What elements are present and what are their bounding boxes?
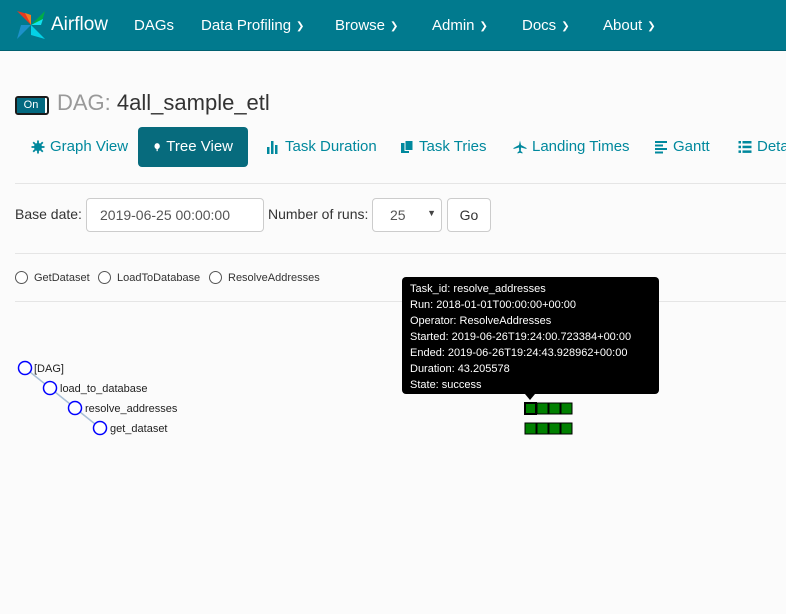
dag-prefix: DAG: (57, 90, 111, 115)
tooltip-started: Started: 2019-06-26T19:24:00.723384+00:0… (410, 331, 632, 343)
brand[interactable]: Airflow (15, 9, 108, 41)
legend-circle-icon (15, 271, 28, 284)
divider (15, 183, 786, 184)
tab-label: Landing Times (532, 138, 630, 155)
legend-label: ResolveAddresses (228, 271, 320, 284)
task-instance-square[interactable] (536, 422, 549, 435)
nav-about[interactable]: About ❯ (603, 0, 656, 51)
tab-label: Task Duration (285, 138, 377, 155)
dag-toggle[interactable]: On (15, 96, 49, 115)
base-date-input[interactable] (86, 198, 264, 232)
chevron-down-icon: ❯ (479, 21, 488, 32)
bar-chart-icon (267, 141, 278, 154)
page-title: DAG: 4all_sample_etl (57, 90, 270, 116)
tree-node-dag[interactable]: [DAG] (17, 360, 64, 376)
align-left-icon (655, 141, 667, 154)
divider (15, 253, 786, 254)
tooltip-task-id: Task_id: resolve_addresses (410, 283, 546, 295)
tooltip-arrow (525, 394, 535, 400)
asterisk-icon (31, 140, 45, 154)
tooltip-ended: Ended: 2019-06-26T19:24:43.928962+00:00 (410, 347, 628, 359)
task-instance-square[interactable] (560, 422, 573, 435)
task-instance-square[interactable] (536, 402, 549, 415)
node-label: load_to_database (60, 383, 147, 395)
duplicate-icon (401, 140, 414, 153)
tab-graph-view[interactable]: Graph View (31, 127, 128, 167)
tree-node-load-to-database[interactable]: load_to_database (42, 380, 148, 396)
num-runs-value: 25 (390, 207, 406, 223)
legend-item-getdataset[interactable]: GetDataset (15, 270, 90, 285)
chevron-down-icon: ❯ (561, 21, 570, 32)
base-date-label: Base date: (15, 206, 82, 222)
tooltip-run: Run: 2018-01-01T00:00:00+00:00 (410, 299, 577, 311)
legend-item-resolveaddresses[interactable]: ResolveAddresses (209, 270, 320, 285)
tab-label: Tree View (166, 138, 233, 155)
nav-label: DAGs (134, 17, 175, 34)
airflow-logo-icon (17, 11, 45, 39)
task-tooltip: Task_id: resolve_addresses Run: 2018-01-… (402, 277, 659, 394)
brand-name: Airflow (51, 14, 109, 35)
caret-down-icon: ▼ (427, 208, 436, 218)
node-label: [DAG] (34, 363, 64, 375)
chevron-down-icon: ❯ (390, 21, 399, 32)
tree-links (24, 367, 101, 429)
tab-label: Deta (757, 138, 786, 155)
legend-circle-icon (209, 271, 222, 284)
nav-label: Docs (522, 17, 557, 34)
nav-dags[interactable]: DAGs (134, 0, 174, 51)
nav-label: Browse (335, 17, 386, 34)
nav-label: Data Profiling (201, 17, 292, 34)
tab-label: Gantt (673, 138, 710, 155)
tab-label: Graph View (50, 138, 129, 155)
tab-landing-times[interactable]: Landing Times (513, 127, 630, 167)
legend-label: LoadToDatabase (117, 271, 201, 284)
tooltip-state: State: success (410, 379, 482, 391)
tree-icon (154, 143, 160, 152)
view-tabs: Graph View Tree View Task Duration Task … (0, 127, 786, 167)
chevron-down-icon: ❯ (647, 21, 656, 32)
node-label: resolve_addresses (85, 403, 178, 415)
nav-data-profiling[interactable]: Data Profiling ❯ (201, 0, 304, 51)
task-instance-square-hovered[interactable] (524, 402, 537, 415)
nav-label: Admin (432, 17, 475, 34)
dag-name: 4all_sample_etl (116, 90, 270, 115)
tab-gantt[interactable]: Gantt (654, 127, 710, 167)
task-instance-square[interactable] (548, 422, 561, 435)
legend-circle-icon (98, 271, 111, 284)
node-circle (92, 420, 108, 436)
tree-view-canvas: [DAG] load_to_database resolve_addresses… (17, 360, 573, 436)
task-instance-square[interactable] (560, 402, 573, 415)
list-icon (738, 141, 752, 153)
tree-node-resolve-addresses[interactable]: resolve_addresses (67, 400, 178, 416)
tab-details[interactable]: Deta (738, 127, 786, 167)
node-circle (42, 380, 58, 396)
nav-browse[interactable]: Browse ❯ (335, 0, 398, 51)
navbar: Airflow DAGs Data Profiling ❯ Browse ❯ Adm… (0, 0, 786, 51)
nav-docs[interactable]: Docs ❯ (522, 0, 570, 51)
dag-toggle-label: On (17, 98, 45, 113)
nav-label: About (603, 17, 643, 34)
tab-tree-view[interactable]: Tree View (138, 127, 248, 167)
tooltip-duration: Duration: 43.205578 (410, 363, 510, 375)
go-button[interactable]: Go (447, 198, 491, 232)
task-instance-square[interactable] (548, 402, 561, 415)
tree-node-get-dataset[interactable]: get_dataset (92, 420, 168, 436)
num-runs-label: Number of runs: (268, 206, 369, 222)
legend-label: GetDataset (34, 271, 90, 284)
node-circle (67, 400, 83, 416)
node-label: get_dataset (110, 423, 168, 435)
tab-label: Task Tries (419, 138, 487, 155)
num-runs-select[interactable]: 25 ▼ (372, 198, 442, 232)
legend-item-loadtodatabase[interactable]: LoadToDatabase (98, 270, 200, 285)
tab-task-tries[interactable]: Task Tries (400, 127, 487, 167)
chevron-down-icon: ❯ (296, 21, 305, 32)
tooltip-operator: Operator: ResolveAddresses (410, 315, 552, 327)
task-instance-square[interactable] (524, 422, 537, 435)
plane-icon (513, 140, 527, 154)
nav-admin[interactable]: Admin ❯ (432, 0, 488, 51)
node-circle (17, 360, 33, 376)
tab-task-duration[interactable]: Task Duration (266, 127, 377, 167)
